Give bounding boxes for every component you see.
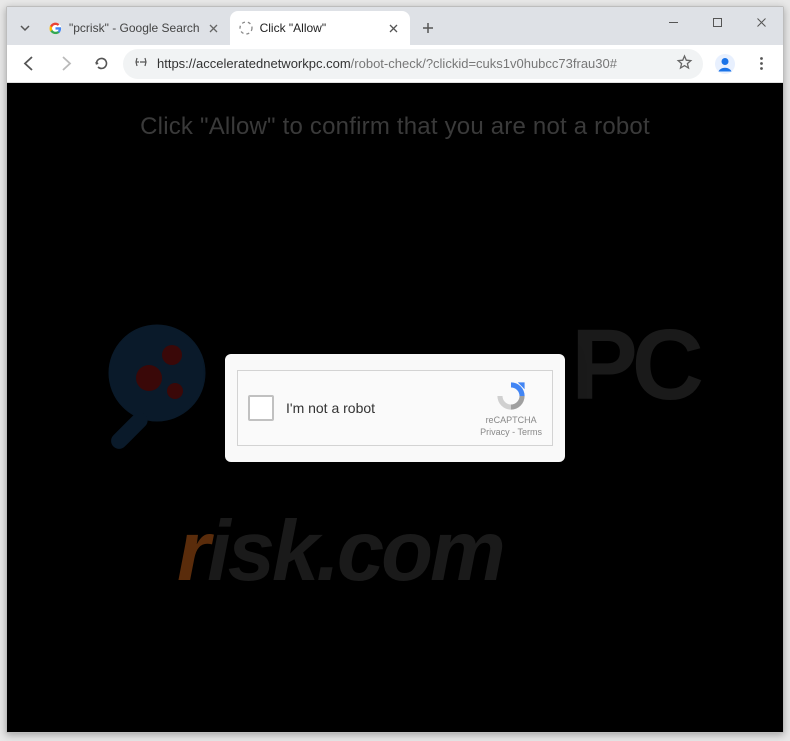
google-favicon: [47, 20, 63, 36]
captcha-widget: I'm not a robot reCAPTCHA Privacy - Term…: [237, 370, 553, 446]
recaptcha-brand-label: reCAPTCHA: [486, 415, 537, 425]
titlebar: "pcrisk" - Google Search Click "Allow": [7, 7, 783, 45]
captcha-checkbox[interactable]: [248, 395, 274, 421]
close-window-button[interactable]: [739, 7, 783, 37]
toolbar: https://acceleratednetworkpc.com/robot-c…: [7, 45, 783, 83]
captcha-card: I'm not a robot reCAPTCHA Privacy - Term…: [225, 354, 565, 462]
watermark-risk-text: risk.com: [177, 503, 503, 601]
recaptcha-links[interactable]: Privacy - Terms: [480, 427, 542, 437]
page-favicon: [238, 20, 254, 36]
recaptcha-brand: reCAPTCHA Privacy - Terms: [480, 379, 542, 437]
watermark-pc-text: PC: [571, 308, 698, 423]
menu-button[interactable]: [747, 50, 775, 78]
url-text: https://acceleratednetworkpc.com/robot-c…: [157, 56, 668, 71]
address-bar[interactable]: https://acceleratednetworkpc.com/robot-c…: [123, 49, 703, 79]
recaptcha-icon: [494, 379, 528, 413]
page-content: Click "Allow" to confirm that you are no…: [7, 83, 783, 732]
captcha-label: I'm not a robot: [286, 400, 480, 416]
tab-title: Click "Allow": [260, 21, 380, 35]
url-path: /robot-check/?clickid=cuks1v0hubcc73frau…: [351, 56, 617, 71]
minimize-button[interactable]: [651, 7, 695, 37]
new-tab-button[interactable]: [414, 14, 442, 42]
tab-active-1[interactable]: Click "Allow": [230, 11, 410, 45]
watermark-magnifier-icon: [92, 313, 242, 463]
maximize-button[interactable]: [695, 7, 739, 37]
browser-window: "pcrisk" - Google Search Click "Allow": [6, 6, 784, 733]
tab-title: "pcrisk" - Google Search: [69, 21, 200, 35]
back-button[interactable]: [15, 50, 43, 78]
close-icon[interactable]: [206, 20, 222, 36]
tab-inactive-0[interactable]: "pcrisk" - Google Search: [39, 11, 230, 45]
close-icon[interactable]: [386, 20, 402, 36]
page-heading: Click "Allow" to confirm that you are no…: [7, 83, 783, 141]
forward-button[interactable]: [51, 50, 79, 78]
window-controls: [651, 7, 783, 37]
tab-search-dropdown[interactable]: [11, 13, 39, 43]
url-scheme: https://: [157, 56, 196, 71]
reload-button[interactable]: [87, 50, 115, 78]
profile-button[interactable]: [711, 50, 739, 78]
url-host: acceleratednetworkpc.com: [196, 56, 351, 71]
site-info-icon[interactable]: [133, 54, 149, 73]
bookmark-star-icon[interactable]: [676, 54, 693, 74]
